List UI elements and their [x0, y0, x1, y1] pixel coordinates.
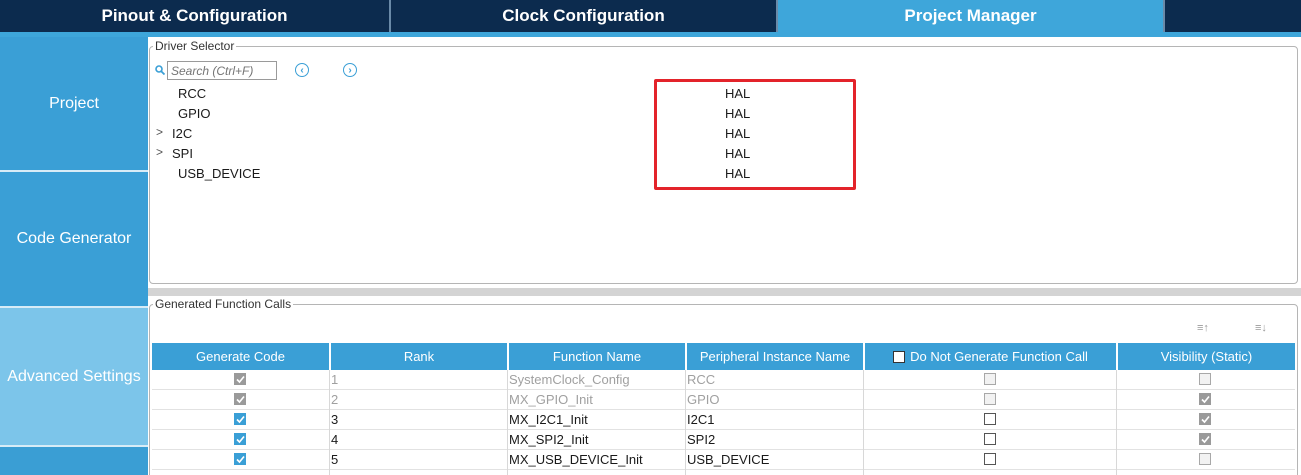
rank-cell: 3: [331, 412, 339, 427]
column-header-label: Rank: [403, 349, 435, 364]
column-header-label: Function Name: [552, 349, 642, 364]
peripheral-instance-cell: USB_DEVICE: [687, 452, 770, 467]
driver-name: I2C: [172, 126, 193, 141]
generated-function-calls-legend: Generated Function Calls: [153, 297, 294, 311]
function-name-cell: MX_GPIO_Init: [509, 392, 593, 407]
nav-item-label: Project: [49, 94, 99, 112]
nav-item-label: Advanced Settings: [7, 367, 141, 385]
visibility-static-checkbox: [1199, 433, 1211, 445]
generate-code-checkbox[interactable]: [234, 413, 246, 425]
visibility-static-checkbox: [1199, 393, 1211, 405]
peripheral-instance-cell: I2C1: [687, 412, 715, 427]
table-row[interactable]: 1 SystemClock_Config RCC: [152, 370, 1295, 390]
do-not-generate-checkbox: [984, 393, 996, 405]
tab-clock-configuration[interactable]: Clock Configuration: [391, 0, 776, 32]
column-gridline: [685, 370, 686, 475]
function-name-cell: MX_SPI2_Init: [509, 432, 589, 447]
peripheral-instance-cell: RCC: [687, 372, 716, 387]
driver-name: USB_DEVICE: [178, 166, 261, 181]
table-row[interactable]: 4 MX_SPI2_Init SPI2: [152, 430, 1295, 450]
column-header-label: Visibility (Static): [1160, 349, 1253, 364]
rank-cell: 1: [331, 372, 339, 387]
rank-cell: 2: [331, 392, 339, 407]
tab-project-manager[interactable]: Project Manager: [778, 0, 1163, 32]
tab-empty: [1165, 0, 1301, 32]
column-header-visibility[interactable]: Visibility (Static): [1118, 343, 1295, 370]
tab-underline: [0, 32, 1301, 37]
driver-name: SPI: [172, 146, 193, 161]
column-gridline: [1116, 370, 1117, 475]
next-icon[interactable]: ›: [343, 63, 357, 77]
column-header-rank[interactable]: Rank: [331, 343, 507, 370]
panel-splitter[interactable]: [148, 288, 1301, 296]
visibility-static-checkbox: [1199, 413, 1211, 425]
tab-label: Project Manager: [904, 6, 1037, 25]
column-gridline: [329, 370, 330, 475]
do-not-generate-all-checkbox[interactable]: [893, 350, 906, 363]
generate-code-checkbox[interactable]: [234, 453, 246, 465]
visibility-static-checkbox: [1199, 453, 1211, 465]
sort-ascending-icon[interactable]: ≡↑: [1197, 322, 1209, 334]
nav-item-advanced-settings[interactable]: Advanced Settings: [0, 308, 148, 445]
peripheral-instance-cell: SPI2: [687, 432, 716, 447]
search-icon[interactable]: [155, 65, 165, 75]
search-input[interactable]: [167, 61, 277, 80]
driver-name: RCC: [178, 86, 207, 101]
do-not-generate-checkbox[interactable]: [984, 433, 996, 445]
top-tab-bar: Pinout & Configuration Clock Configurati…: [0, 0, 1301, 32]
nav-item-code-generator[interactable]: Code Generator: [0, 172, 148, 306]
nav-item-project[interactable]: Project: [0, 37, 148, 170]
chevron-right-icon[interactable]: >: [156, 125, 163, 139]
nav-item-label: Code Generator: [16, 230, 132, 247]
column-header-label: Do Not Generate Function Call: [910, 349, 1088, 364]
do-not-generate-checkbox[interactable]: [984, 413, 996, 425]
column-header-do-not-generate[interactable]: Do Not Generate Function Call: [865, 343, 1116, 370]
rank-cell: 4: [331, 432, 339, 447]
table-row[interactable]: 5 MX_USB_DEVICE_Init USB_DEVICE: [152, 450, 1295, 470]
highlight-annotation-box: [654, 79, 856, 190]
chevron-right-icon[interactable]: >: [156, 145, 163, 159]
do-not-generate-checkbox[interactable]: [984, 453, 996, 465]
function-name-cell: MX_I2C1_Init: [509, 412, 588, 427]
column-gridline: [507, 370, 508, 475]
column-header-peripheral-instance-name[interactable]: Peripheral Instance Name: [687, 343, 863, 370]
do-not-generate-checkbox: [984, 373, 996, 385]
column-gridline: [863, 370, 864, 475]
nav-divider: [0, 445, 148, 447]
visibility-static-checkbox: [1199, 373, 1211, 385]
previous-icon[interactable]: ‹: [295, 63, 309, 77]
table-row[interactable]: 2 MX_GPIO_Init GPIO: [152, 390, 1295, 410]
peripheral-instance-cell: GPIO: [687, 392, 720, 407]
driver-selector-legend: Driver Selector: [153, 39, 237, 53]
generate-code-checkbox: [234, 373, 246, 385]
sort-descending-icon[interactable]: ≡↓: [1255, 322, 1267, 334]
column-header-label: Peripheral Instance Name: [699, 349, 851, 364]
function-name-cell: SystemClock_Config: [509, 372, 630, 387]
table-row[interactable]: 3 MX_I2C1_Init I2C1: [152, 410, 1295, 430]
driver-name: GPIO: [178, 106, 211, 121]
column-header-generate-code[interactable]: Generate Code: [152, 343, 329, 370]
generate-code-checkbox[interactable]: [234, 433, 246, 445]
function-name-cell: MX_USB_DEVICE_Init: [509, 452, 643, 467]
tab-pinout-configuration[interactable]: Pinout & Configuration: [0, 0, 389, 32]
rank-cell: 5: [331, 452, 339, 467]
tab-label: Clock Configuration: [502, 6, 665, 25]
tab-label: Pinout & Configuration: [101, 6, 288, 25]
left-navigation: Project Code Generator Advanced Settings: [0, 37, 148, 475]
generate-code-checkbox: [234, 393, 246, 405]
column-header-label: Generate Code: [196, 349, 285, 364]
column-header-function-name[interactable]: Function Name: [509, 343, 685, 370]
